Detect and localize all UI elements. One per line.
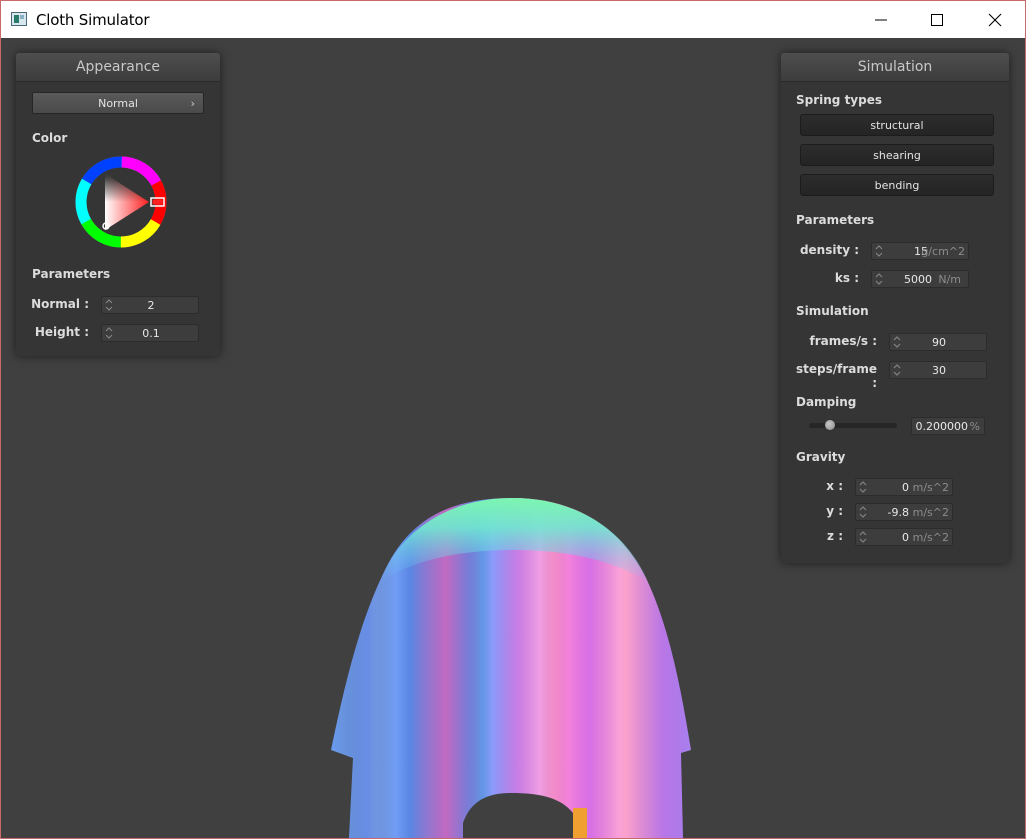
- title-bar[interactable]: Cloth Simulator: [1, 1, 1025, 38]
- app-icon: [11, 12, 27, 26]
- spin-arrows-icon[interactable]: [859, 505, 867, 519]
- ks-label: ks :: [834, 271, 859, 285]
- maximize-icon: [931, 14, 943, 26]
- shader-dropdown[interactable]: Normal ›: [32, 92, 204, 114]
- appearance-panel-title[interactable]: Appearance: [16, 53, 220, 82]
- shearing-button[interactable]: shearing: [800, 144, 994, 166]
- color-label: Color: [32, 131, 68, 145]
- app-window: Cloth Simulator Appearance Normal › Colo…: [0, 0, 1026, 839]
- gravity-x-value: 0: [902, 481, 909, 494]
- frames-input[interactable]: 90: [889, 333, 987, 351]
- close-icon: [988, 13, 1002, 27]
- gravity-y-input[interactable]: -9.8 m/s^2: [855, 503, 953, 521]
- gravity-y-label: y :: [826, 504, 843, 518]
- steps-label: steps/frame :: [795, 362, 877, 390]
- simulation-panel-title[interactable]: Simulation: [781, 53, 1009, 82]
- gravity-x-input[interactable]: 0 m/s^2: [855, 478, 953, 496]
- gravity-x-unit: m/s^2: [912, 481, 949, 494]
- gravity-y-value: -9.8: [887, 506, 909, 519]
- gravity-z-unit: m/s^2: [912, 531, 949, 544]
- gravity-z-label: z :: [827, 529, 843, 543]
- normal-value: 2: [147, 299, 155, 312]
- frames-label: frames/s :: [809, 334, 877, 348]
- spin-arrows-icon[interactable]: [875, 244, 883, 258]
- ks-value: 5000: [904, 273, 932, 286]
- spin-arrows-icon[interactable]: [859, 530, 867, 544]
- gravity-x-label: x :: [826, 479, 843, 493]
- gravity-label: Gravity: [796, 450, 846, 464]
- gravity-z-input[interactable]: 0 m/s^2: [855, 528, 953, 546]
- spring-types-label: Spring types: [796, 93, 883, 107]
- gravity-z-value: 0: [902, 531, 909, 544]
- spin-arrows-icon[interactable]: [875, 272, 883, 286]
- ks-input[interactable]: 5000 N/m: [871, 270, 969, 288]
- normal-label: Normal :: [31, 297, 89, 311]
- height-value: 0.1: [142, 327, 160, 340]
- damping-slider-knob[interactable]: [824, 420, 835, 430]
- density-unit: g/cm^2: [921, 245, 965, 258]
- gravity-y-unit: m/s^2: [912, 506, 949, 519]
- maximize-button[interactable]: [908, 1, 966, 38]
- density-input[interactable]: 15 g/cm^2: [871, 242, 969, 260]
- appearance-panel: Appearance Normal › Color Parameters Nor…: [16, 53, 220, 356]
- ks-unit: N/m: [938, 273, 961, 286]
- minimize-icon: [875, 19, 887, 21]
- shader-dropdown-value: Normal: [98, 97, 138, 110]
- height-input[interactable]: 0.1: [101, 324, 199, 342]
- spin-arrows-icon[interactable]: [859, 480, 867, 494]
- window-title: Cloth Simulator: [36, 11, 150, 29]
- steps-input[interactable]: 30: [889, 361, 987, 379]
- simulation-parameters-label: Parameters: [796, 213, 875, 227]
- damping-input[interactable]: 0.200000 %: [911, 417, 985, 435]
- appearance-parameters-label: Parameters: [32, 267, 111, 281]
- steps-value: 30: [932, 364, 946, 377]
- frames-value: 90: [932, 336, 946, 349]
- damping-label: Damping: [796, 395, 857, 409]
- height-label: Height :: [34, 325, 89, 339]
- normal-input[interactable]: 2: [101, 296, 199, 314]
- damping-unit: %: [969, 420, 980, 433]
- simulation-section-label: Simulation: [796, 304, 869, 318]
- structural-button[interactable]: structural: [800, 114, 994, 136]
- minimize-button[interactable]: [852, 1, 910, 38]
- simulation-panel: Simulation Spring types structural shear…: [781, 53, 1009, 563]
- damping-value: 0.200000: [915, 420, 969, 433]
- color-wheel[interactable]: [73, 154, 169, 250]
- density-label: density :: [799, 243, 859, 257]
- bending-button[interactable]: bending: [800, 174, 994, 196]
- damping-slider[interactable]: [809, 420, 897, 430]
- close-button[interactable]: [966, 1, 1024, 38]
- chevron-right-icon: ›: [190, 97, 195, 110]
